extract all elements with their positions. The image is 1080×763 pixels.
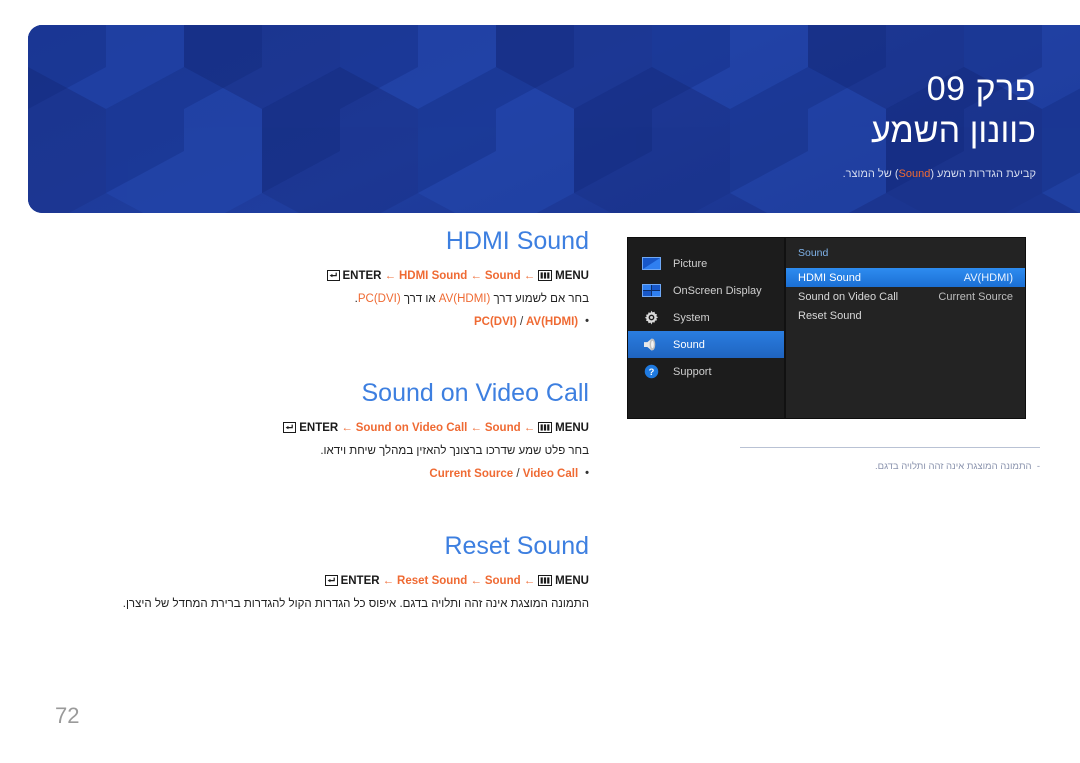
note-text: - התמונה המוצגת אינה זהה ותלויה בדגם.	[600, 460, 1040, 474]
page-number: 72	[55, 703, 80, 728]
menu-label: MENU	[555, 574, 589, 587]
crumb-step-sound: Sound	[484, 269, 521, 282]
osd-panel-title: Sound	[798, 247, 829, 259]
note-body: התמונה המוצגת אינה זהה ותלויה בדגם.	[874, 461, 1032, 472]
bullet-dot: •	[585, 315, 589, 328]
menu-icon	[538, 574, 553, 589]
breadcrumb-sound-on-video-call: ENTER ← Sound on Video Call ← Sound ← MENU	[44, 421, 589, 436]
section-hdmi-sound: HDMI Sound ENTER←HDMI Sound←Sound←	[44, 227, 589, 328]
sidebar-item-label: Picture	[673, 257, 708, 270]
banner-text-block: פרק 09 כוונון השמע קביעת הגדרות השמע (So…	[843, 69, 1036, 182]
options-sound-on-video-call: • Current Source / Video Call	[44, 467, 589, 480]
option-separator: /	[516, 468, 520, 481]
osd-row-reset-sound[interactable]: Reset Sound	[786, 306, 1025, 325]
chapter-title: כוונון השמע	[870, 112, 1036, 151]
note-divider	[740, 447, 1040, 448]
osd-row-value: Current Source	[938, 290, 1013, 303]
sidebar-item-onscreen-display[interactable]: OnScreen Display	[628, 277, 784, 304]
crumb-arrow-1: ←	[382, 574, 395, 587]
crumb-step-sound: Sound	[484, 421, 521, 434]
sidebar-item-label: Sound	[673, 338, 705, 351]
option-separator: /	[519, 316, 524, 329]
menu-icon	[538, 269, 553, 284]
subtitle-after: ) של המוצר.	[842, 167, 899, 180]
body-part-b: או דרך	[400, 292, 439, 305]
section-title-sound-on-video-call: Sound on Video Call	[361, 379, 590, 407]
section-body-sound-on-video-call: בחר פלט שמע שדרכו ברצונך להאזין במהלך שי…	[320, 444, 589, 457]
crumb-arrow-1: ←	[384, 269, 396, 282]
picture-icon	[640, 255, 662, 273]
option-av-hdmi: AV(HDMI)	[525, 316, 579, 329]
breadcrumb-reset-sound: ENTER ← Reset Sound ← Sound ← MENU	[0, 574, 589, 589]
osd-row-label: HDMI Sound	[798, 271, 861, 284]
breadcrumb-hdmi-sound: ENTER ← HDMI Sound ← Sound ← MENU	[44, 269, 589, 284]
sidebar-item-support[interactable]: ? Support	[628, 358, 784, 385]
crumb-step-reset-sound: Reset Sound	[397, 574, 468, 587]
osd-menu: Picture OnScreen Display System Sound ? …	[628, 238, 1025, 418]
speaker-icon	[640, 336, 662, 354]
menu-label: MENU	[555, 421, 589, 434]
chapter-banner: פרק 09 כוונון השמע קביעת הגדרות השמע (So…	[28, 25, 1080, 213]
crumb-arrow-3: ←	[523, 269, 536, 282]
chapter-subtitle: קביעת הגדרות השמע (Sound) של המוצר.	[843, 167, 1036, 182]
sidebar-item-system[interactable]: System	[628, 304, 784, 331]
section-reset-sound: Reset Sound ENTER ← Reset Sound ← Sound ←	[0, 532, 589, 613]
crumb-arrow-3: ←	[523, 574, 536, 587]
osd-row-label: Reset Sound	[798, 309, 862, 322]
crumb-step-sound-on-video-call: Sound on Video Call	[355, 421, 468, 434]
subtitle-before: קביעת הגדרות השמע (	[930, 167, 1036, 180]
menu-icon	[538, 421, 553, 436]
crumb-arrow-1: ←	[341, 421, 353, 434]
enter-icon	[326, 269, 340, 284]
section-title-hdmi-sound: HDMI Sound	[445, 227, 589, 255]
svg-text:?: ?	[648, 367, 654, 377]
crumb-arrow-2: ←	[470, 421, 482, 434]
osd-row-label: Sound on Video Call	[798, 290, 899, 303]
note-dash: -	[1036, 461, 1040, 472]
sidebar-item-sound[interactable]: Sound	[628, 331, 784, 358]
crumb-arrow-2: ←	[470, 269, 482, 282]
body-term-av-hdmi: AV(HDMI)	[438, 292, 491, 305]
option-current-source: Current Source	[429, 468, 514, 481]
body-term-pc-dvi: PC(DVI)	[357, 292, 401, 305]
menu-label: MENU	[555, 269, 589, 282]
enter-icon	[324, 574, 338, 589]
osd-row-hdmi-sound[interactable]: HDMI Sound AV(HDMI)	[786, 268, 1025, 287]
crumb-arrow-2: ←	[470, 574, 482, 587]
enter-label: ENTER	[299, 421, 339, 434]
section-title-reset-sound: Reset Sound	[444, 532, 589, 560]
body-part-a: בחר אם לשמוע דרך	[490, 292, 589, 305]
option-video-call: Video Call	[522, 468, 579, 481]
options-hdmi-sound: • PC(DVI) / AV(HDMI)	[44, 315, 589, 328]
enter-label: ENTER	[342, 269, 382, 282]
sidebar-item-picture[interactable]: Picture	[628, 250, 784, 277]
option-pc-dvi: PC(DVI)	[473, 316, 517, 329]
gear-icon	[640, 309, 662, 327]
sidebar-item-label: Support	[673, 365, 712, 378]
section-sound-on-video-call: Sound on Video Call ENTER ← Sound on Video…	[44, 379, 590, 480]
onscreen-display-icon	[640, 282, 662, 300]
osd-row-sound-on-video-call[interactable]: Sound on Video Call Current Source	[786, 287, 1025, 306]
chapter-label: פרק 09	[926, 70, 1036, 108]
subtitle-highlight: Sound	[898, 167, 931, 180]
sidebar-item-label: System	[673, 311, 710, 324]
enter-icon	[283, 421, 297, 436]
osd-sidebar: Picture OnScreen Display System Sound ? …	[628, 238, 784, 418]
osd-row-value: AV(HDMI)	[963, 271, 1013, 284]
enter-label: ENTER	[340, 574, 380, 587]
crumb-step-hdmi-sound: HDMI Sound	[398, 269, 468, 282]
crumb-arrow-3: ←	[523, 421, 536, 434]
osd-detail-panel: Sound HDMI Sound AV(HDMI) Sound on Video…	[784, 238, 1025, 418]
section-body-reset-sound: התמונה המוצגת אינה זהה ותלויה בדגם. איפו…	[122, 597, 589, 610]
sidebar-item-label: OnScreen Display	[673, 284, 762, 297]
question-circle-icon: ?	[640, 363, 662, 381]
bullet-dot: •	[585, 467, 589, 480]
crumb-step-sound: Sound	[484, 574, 521, 587]
section-body-hdmi-sound: בחר אם לשמוע דרך AV(HDMI) או דרך PC(DVI)…	[44, 291, 589, 309]
manual-page: פרק 09 כוונון השמע קביעת הגדרות השמע (So…	[0, 0, 1080, 763]
